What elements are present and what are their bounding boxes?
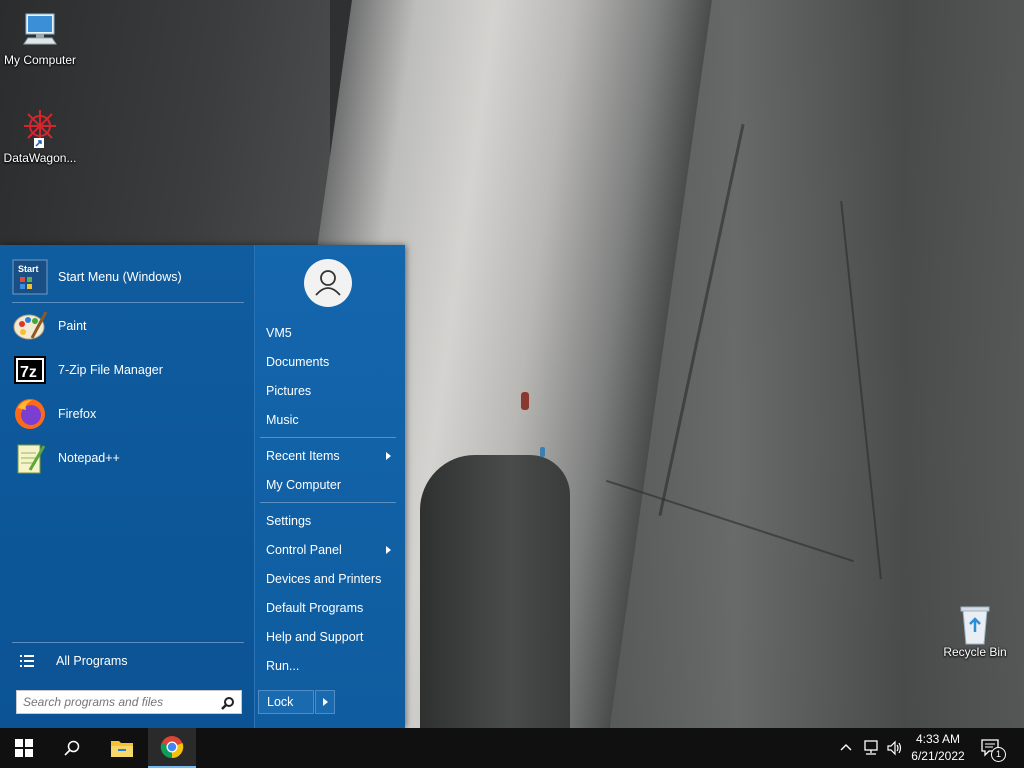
link-user[interactable]: VM5 xyxy=(266,326,292,340)
clock-time[interactable]: 4:33 AM xyxy=(906,732,970,746)
link-control-panel[interactable]: Control Panel xyxy=(266,543,342,557)
submenu-arrow-icon xyxy=(386,452,391,460)
link-my-computer[interactable]: My Computer xyxy=(266,478,341,492)
program-notepadpp[interactable]: Notepad++ xyxy=(12,438,244,478)
desktop-icon-datawagon[interactable]: DataWagon... xyxy=(0,108,80,165)
link-pictures[interactable]: Pictures xyxy=(266,384,311,398)
taskbar-file-explorer[interactable] xyxy=(98,728,146,768)
link-run[interactable]: Run... xyxy=(266,659,299,673)
search-box[interactable] xyxy=(16,690,242,714)
program-paint[interactable]: Paint xyxy=(12,306,244,346)
7zip-icon-text: 7z xyxy=(20,364,37,381)
desktop-icon-recycle-bin[interactable]: Recycle Bin xyxy=(935,602,1015,659)
start-menu: Start Start Menu (Windows) Paint 7z 7-Zi… xyxy=(0,245,405,728)
menu-separator xyxy=(12,302,244,303)
program-7zip[interactable]: 7z 7-Zip File Manager xyxy=(12,350,244,390)
user-icon xyxy=(315,270,341,296)
desktop-icon-label: DataWagon... xyxy=(3,151,77,165)
windows-logo-icon xyxy=(15,739,33,757)
desktop-icon-label: Recycle Bin xyxy=(943,645,1007,659)
chrome-icon xyxy=(160,736,184,759)
lock-options-button[interactable] xyxy=(315,690,335,714)
submenu-arrow-icon xyxy=(386,546,391,554)
start-menu-icon: Start xyxy=(12,259,48,295)
7zip-icon: 7z xyxy=(12,352,48,388)
program-label: Firefox xyxy=(58,407,97,421)
network-icon[interactable] xyxy=(862,740,880,756)
program-label: 7-Zip File Manager xyxy=(58,363,163,377)
link-help-support[interactable]: Help and Support xyxy=(266,630,363,644)
menu-separator xyxy=(12,642,244,643)
program-label: Start Menu (Windows) xyxy=(58,270,182,284)
desktop-icon-my-computer[interactable]: My Computer xyxy=(0,10,80,67)
link-default-programs[interactable]: Default Programs xyxy=(266,601,363,615)
all-programs-label: All Programs xyxy=(56,654,128,668)
folder-icon xyxy=(111,741,133,757)
desktop-icon-label: My Computer xyxy=(3,53,77,67)
recycle-bin-icon xyxy=(955,602,995,645)
wallpaper-rock-outcrop xyxy=(420,455,570,728)
link-recent-items[interactable]: Recent Items xyxy=(266,449,340,463)
menu-separator xyxy=(260,437,396,438)
search-icon[interactable] xyxy=(221,696,235,710)
lock-button[interactable]: Lock xyxy=(258,690,314,714)
list-icon xyxy=(20,655,34,667)
link-documents[interactable]: Documents xyxy=(266,355,329,369)
wallpaper-climber xyxy=(521,392,529,410)
clock-date[interactable]: 6/21/2022 xyxy=(906,749,970,763)
notepadpp-icon xyxy=(12,440,48,476)
search-input[interactable] xyxy=(17,691,219,713)
link-music[interactable]: Music xyxy=(266,413,299,427)
user-avatar[interactable] xyxy=(304,259,352,307)
program-label: Paint xyxy=(58,319,87,333)
program-label: Notepad++ xyxy=(58,451,120,465)
paint-icon xyxy=(12,308,48,344)
menu-separator xyxy=(260,502,396,503)
program-firefox[interactable]: Firefox xyxy=(12,394,244,434)
datawagon-icon xyxy=(20,108,60,148)
all-programs-button[interactable]: All Programs xyxy=(12,648,244,674)
firefox-icon xyxy=(12,396,48,432)
notification-count-badge: 1 xyxy=(991,747,1006,762)
taskbar-search-button[interactable] xyxy=(48,728,96,768)
link-devices-printers[interactable]: Devices and Printers xyxy=(266,572,381,586)
taskbar: 4:33 AM 6/21/2022 1 xyxy=(0,728,1024,768)
action-center-button[interactable]: 1 xyxy=(980,738,1008,762)
start-button[interactable] xyxy=(0,728,48,768)
search-icon xyxy=(64,740,80,756)
taskbar-chrome[interactable] xyxy=(148,728,196,768)
wallpaper-climber xyxy=(540,447,545,457)
program-start-menu-windows[interactable]: Start Start Menu (Windows) xyxy=(12,257,244,297)
chevron-up-icon[interactable] xyxy=(840,742,852,752)
volume-icon[interactable] xyxy=(886,740,904,756)
link-settings[interactable]: Settings xyxy=(266,514,311,528)
computer-icon xyxy=(20,10,60,50)
start-icon-text: Start xyxy=(18,264,39,274)
